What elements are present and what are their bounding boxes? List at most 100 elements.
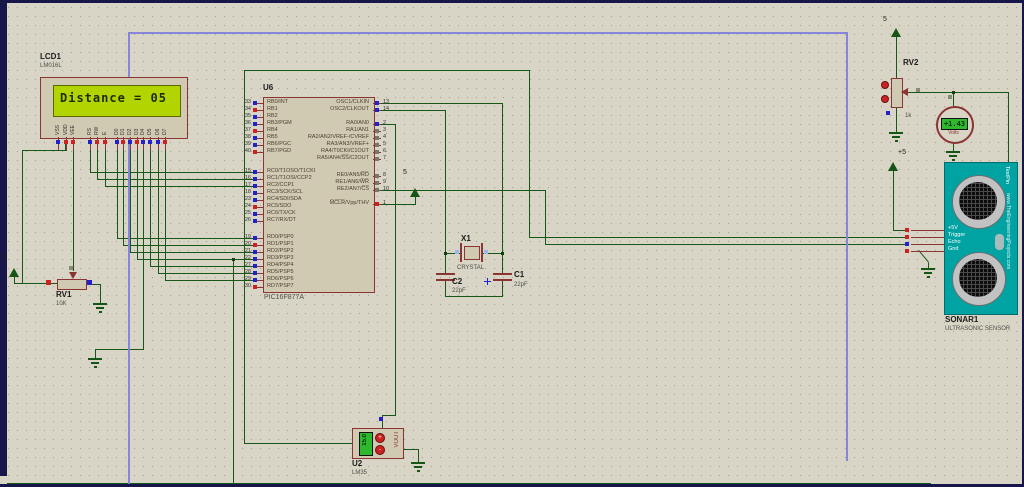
schematic-canvas: LCD1 LM016L Distance = 05 VSSVDDVEERSRWE… <box>0 0 1024 487</box>
power-terminal[interactable] <box>891 28 901 37</box>
mcu-pin-label: OSC1/CLKIN <box>280 99 369 105</box>
mcu-pin-stub[interactable] <box>257 110 263 111</box>
rv1-ref-label: RV1 <box>56 290 71 299</box>
mcu-pin-stub[interactable] <box>257 259 263 260</box>
wire <box>418 449 419 462</box>
origin-marker-v <box>487 278 488 285</box>
mcu-pin-stub[interactable] <box>257 131 263 132</box>
rv1-potentiometer[interactable] <box>57 279 87 290</box>
mcu-pin-stub[interactable] <box>257 245 263 246</box>
rv2-wiper-arrow[interactable] <box>901 88 908 96</box>
cap-c1-plate-bottom[interactable] <box>493 279 512 281</box>
mcu-pin-stub[interactable] <box>257 287 263 288</box>
rv1-value-label: 10K <box>56 301 67 307</box>
mcu-pin-number: 33 <box>238 99 251 105</box>
crystal-ref-label: X1 <box>461 234 471 243</box>
wire <box>158 150 159 274</box>
crystal-value-label: CRYSTAL <box>457 265 484 271</box>
lcd-pin-state-square <box>141 140 145 144</box>
power-label-rv1: 5 <box>3 254 7 261</box>
crystal-pin-marker-right <box>484 250 488 254</box>
mcu-pin-stub[interactable] <box>257 221 263 222</box>
ground-terminal[interactable] <box>92 303 108 313</box>
voltmeter[interactable]: +1.43 Volts <box>936 106 974 144</box>
bus-wire <box>128 32 847 34</box>
mcu-pin-stub[interactable] <box>257 238 263 239</box>
mcu-pin-stub[interactable] <box>257 200 263 201</box>
mcu-pin-stub[interactable] <box>257 186 263 187</box>
sonar-transducer-top <box>952 175 1006 229</box>
mcu-pin-number: 17 <box>238 182 251 188</box>
crystal-plate-right <box>481 243 483 262</box>
cap-c2-plate-top[interactable] <box>436 273 455 275</box>
rv2-ref-label: RV2 <box>903 58 918 67</box>
lcd-pin-label: RS <box>87 114 93 135</box>
sonar-pin-stub[interactable] <box>911 237 944 238</box>
lm35-vout-pin-label: VOUT <box>394 431 400 448</box>
mcu-pin-number: 40 <box>238 148 251 154</box>
mcu-pin-number: 6 <box>383 148 386 154</box>
mcu-pin-number: 15 <box>238 168 251 174</box>
power-terminal[interactable] <box>9 268 19 277</box>
ground-terminal[interactable] <box>410 462 426 472</box>
wire <box>896 37 897 78</box>
mcu-pin-stub[interactable] <box>257 280 263 281</box>
lm35-decrease-button[interactable]: - <box>375 445 385 455</box>
mcu-pin-number: 34 <box>238 106 251 112</box>
mcu-pin-stub[interactable] <box>257 207 263 208</box>
mcu-pin-stub[interactable] <box>257 273 263 274</box>
mcu-pin-label: RD4/PSP4 <box>267 262 294 268</box>
wire <box>123 150 124 246</box>
ground-terminal[interactable] <box>920 268 936 278</box>
lcd-pin-state-square <box>148 140 152 144</box>
crystal-component[interactable] <box>464 246 480 260</box>
mcu-pin-stub[interactable] <box>257 117 263 118</box>
crystal-plate-left <box>460 243 462 262</box>
sonar-pin-stub[interactable] <box>911 230 944 231</box>
sonar-pin-stub[interactable] <box>911 251 944 252</box>
power-terminal[interactable] <box>888 162 898 171</box>
mcu-pin-state-square <box>375 202 379 206</box>
ground-terminal[interactable] <box>888 132 904 142</box>
mcu-pin-label: RD7/PSP7 <box>267 283 294 289</box>
mcu-pin-stub[interactable] <box>257 252 263 253</box>
mcu-pin-number: 21 <box>238 248 251 254</box>
mcu-pin-stub[interactable] <box>257 179 263 180</box>
mcu-pin-stub[interactable] <box>257 172 263 173</box>
mcu-pin-label: RD2/PSP2 <box>267 248 294 254</box>
rv1-wiper-arrow[interactable] <box>69 272 77 279</box>
wire <box>244 443 352 444</box>
mcu-pin-label: RB4 <box>267 127 278 133</box>
lm35-component[interactable]: 15.0 + - VOUT <box>352 428 404 459</box>
voltmeter-reading: +1.43 <box>941 118 968 130</box>
wire <box>445 281 446 296</box>
mcu-pin-stub[interactable] <box>257 145 263 146</box>
mcu-pin-number: 10 <box>383 186 389 192</box>
mcu-pin-stub[interactable] <box>257 214 263 215</box>
wire <box>529 70 530 237</box>
wire <box>502 281 503 296</box>
cap-c1-plate-top[interactable] <box>493 273 512 275</box>
sonar-pin-stub[interactable] <box>911 244 944 245</box>
lcd-pin-state-square <box>103 140 107 144</box>
mcu-pin-stub[interactable] <box>257 138 263 139</box>
sonar-pin-label: +5V <box>948 225 958 231</box>
mcu-pin-label: RC7/RX/DT <box>267 217 296 223</box>
mcu-pin-stub[interactable] <box>257 193 263 194</box>
mcu-pin-label: RD5/PSP5 <box>267 269 294 275</box>
cap-c2-ref-label: C2 <box>452 277 462 286</box>
wire-junction-dot <box>952 91 955 94</box>
ultrasonic-sensor[interactable]: TestPin www.TheEngineeringProjects.com +… <box>944 162 1018 315</box>
lm35-increase-button[interactable]: + <box>375 433 385 443</box>
ground-terminal[interactable] <box>945 151 961 161</box>
mcu-pin-number: 36 <box>238 120 251 126</box>
mcu-pin-stub[interactable] <box>257 124 263 125</box>
sonar-testpin-label: TestPin <box>1004 166 1010 184</box>
mcu-pin-stub[interactable] <box>257 152 263 153</box>
mcu-pin-stub[interactable] <box>257 266 263 267</box>
mcu-pin-stub[interactable] <box>257 103 263 104</box>
power-terminal[interactable] <box>410 188 420 197</box>
mcu-pin-number: 25 <box>238 210 251 216</box>
ground-terminal[interactable] <box>87 358 103 368</box>
mcu-pin-state-square <box>375 188 379 192</box>
